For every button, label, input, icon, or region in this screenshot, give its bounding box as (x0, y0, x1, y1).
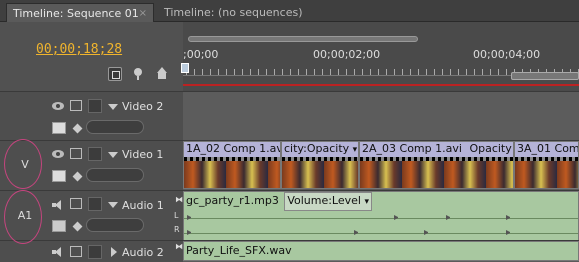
keyframe-nav[interactable] (86, 218, 144, 232)
clip-title: Party_Life_SFX.wav (186, 244, 292, 257)
current-timecode[interactable]: 00;00;18;28 (36, 42, 122, 57)
collapse-triangle-icon[interactable] (108, 152, 118, 158)
collapse-triangle-icon[interactable] (108, 104, 118, 110)
render-bar (183, 84, 579, 86)
video-clip[interactable]: 1A_02 Comp 1.avi (183, 141, 281, 189)
track-toggle[interactable] (88, 197, 102, 211)
track-name: Video 1 (122, 148, 164, 161)
track-toggle[interactable] (88, 99, 102, 113)
playhead-icon[interactable] (181, 63, 189, 73)
lock-icon[interactable] (70, 148, 82, 159)
set-encore-marker-icon[interactable] (155, 67, 169, 81)
clip-title: 3A_01 Comp (517, 142, 579, 155)
track-name: Video 2 (122, 100, 164, 113)
keyframe-marker[interactable] (424, 230, 429, 235)
lock-icon[interactable] (70, 246, 82, 257)
clip-title: gc_party_r1.mp3 Volume:Level ▾ (186, 192, 372, 211)
clip-thumbnails (282, 157, 358, 188)
annotation-circle-a1 (4, 190, 42, 244)
clip-title: 2A_03 Comp 1.avi Opacity ▾ (362, 142, 513, 156)
waveform-left (184, 218, 578, 219)
clip-thumbnails (184, 157, 280, 188)
track-area-audio-2[interactable]: Party_Life_SFX.wav (183, 240, 579, 262)
tab-label: Timeline: (no sequences) (164, 6, 303, 19)
work-area-handle[interactable] (511, 72, 579, 80)
keyframe-marker[interactable] (506, 230, 511, 235)
track-header-audio-2: Audio 2 ⧓ (0, 240, 183, 262)
clip-name: 2A_03 Comp 1.avi (362, 142, 462, 155)
timeline-header-controls: 00;00;18;28 (0, 22, 183, 91)
clip-effect-label: Volume:Level ▾ (284, 192, 372, 211)
track-name: Audio 1 (122, 199, 164, 212)
track-header-video-2: Video 2 (0, 91, 183, 140)
keyframe-marker[interactable] (394, 215, 399, 220)
video-clip[interactable]: 3A_01 Comp (514, 141, 579, 189)
tab-timeline-sequence-01[interactable]: Timeline: Sequence 01 × (6, 3, 154, 22)
clip-title: 1A_02 Comp 1.avi (186, 142, 281, 155)
keyframe-nav[interactable] (86, 120, 144, 134)
keyframe-icon[interactable] (72, 123, 83, 134)
set-marker-icon[interactable] (131, 67, 145, 81)
ruler-label: ;00;00 (183, 48, 219, 61)
clip-effect-label: Opacity (469, 142, 512, 155)
keyframe-marker[interactable] (187, 230, 192, 235)
keyframe-icon[interactable] (72, 171, 83, 182)
collapse-triangle-icon[interactable] (108, 202, 118, 208)
channel-label-left: L (174, 211, 179, 220)
ruler-label: 00;00;04;00 (473, 48, 541, 61)
keyframe-marker[interactable] (354, 230, 359, 235)
audio-clip[interactable]: gc_party_r1.mp3 Volume:Level ▾ (183, 191, 579, 241)
dropdown-arrow-icon[interactable]: ▾ (364, 197, 369, 207)
clip-name: gc_party_r1.mp3 (186, 194, 279, 207)
video-clip[interactable]: 2A_03 Comp 1.avi Opacity ▾ (359, 141, 514, 189)
track-area-audio-1[interactable]: gc_party_r1.mp3 Volume:Level ▾ (183, 190, 579, 241)
clip-effect-label: city:Opacity (284, 142, 350, 155)
sync-lock-icon[interactable]: ⧓ (175, 242, 183, 251)
tab-timeline-no-sequences[interactable]: Timeline: (no sequences) (158, 3, 318, 22)
keyframe-nav[interactable] (86, 168, 144, 182)
channel-label-right: R (174, 225, 180, 234)
lock-icon[interactable] (70, 100, 82, 111)
waveform-right (184, 233, 578, 234)
clip-thumbnails (360, 157, 513, 188)
display-style-icon[interactable] (52, 122, 66, 134)
panel-tab-bar: Timeline: Sequence 01 × Timeline: (no se… (0, 0, 579, 22)
lock-icon[interactable] (70, 198, 82, 209)
sync-lock-icon[interactable]: ⧓ (175, 195, 183, 204)
expand-triangle-icon[interactable] (111, 247, 117, 257)
speaker-icon[interactable] (52, 200, 64, 210)
clip-thumbnails (515, 157, 578, 188)
keyframe-marker[interactable] (506, 215, 511, 220)
clip-title: city:Opacity ▾ (284, 142, 357, 156)
annotation-circle-v (4, 139, 42, 189)
track-area-video-2[interactable] (183, 91, 579, 140)
track-name: Audio 2 (122, 246, 164, 259)
eye-icon[interactable] (52, 102, 64, 110)
track-toggle[interactable] (88, 245, 102, 259)
audio-clip[interactable]: Party_Life_SFX.wav (183, 241, 579, 261)
ruler-label: 00;00;02;00 (313, 48, 381, 61)
close-icon[interactable]: × (139, 4, 147, 23)
speaker-icon[interactable] (52, 247, 64, 257)
track-toggle[interactable] (88, 147, 102, 161)
display-style-icon[interactable] (52, 220, 66, 232)
dropdown-arrow-icon[interactable]: ▾ (353, 145, 358, 155)
keyframe-marker[interactable] (446, 215, 451, 220)
display-style-icon[interactable] (52, 170, 66, 182)
track-area-video-1[interactable]: 1A_02 Comp 1.avi city:Opacity ▾ 2A_03 Co… (183, 140, 579, 190)
eye-icon[interactable] (52, 150, 64, 158)
keyframe-marker[interactable] (187, 215, 192, 220)
keyframe-icon[interactable] (72, 221, 83, 232)
snap-icon[interactable] (108, 67, 122, 81)
video-clip[interactable]: city:Opacity ▾ (281, 141, 359, 189)
tab-label: Timeline: Sequence 01 (13, 7, 139, 20)
time-ruler[interactable]: ;00;00 00;00;02;00 00;00;04;00 (181, 22, 579, 91)
viewing-area-bar[interactable] (188, 36, 418, 42)
